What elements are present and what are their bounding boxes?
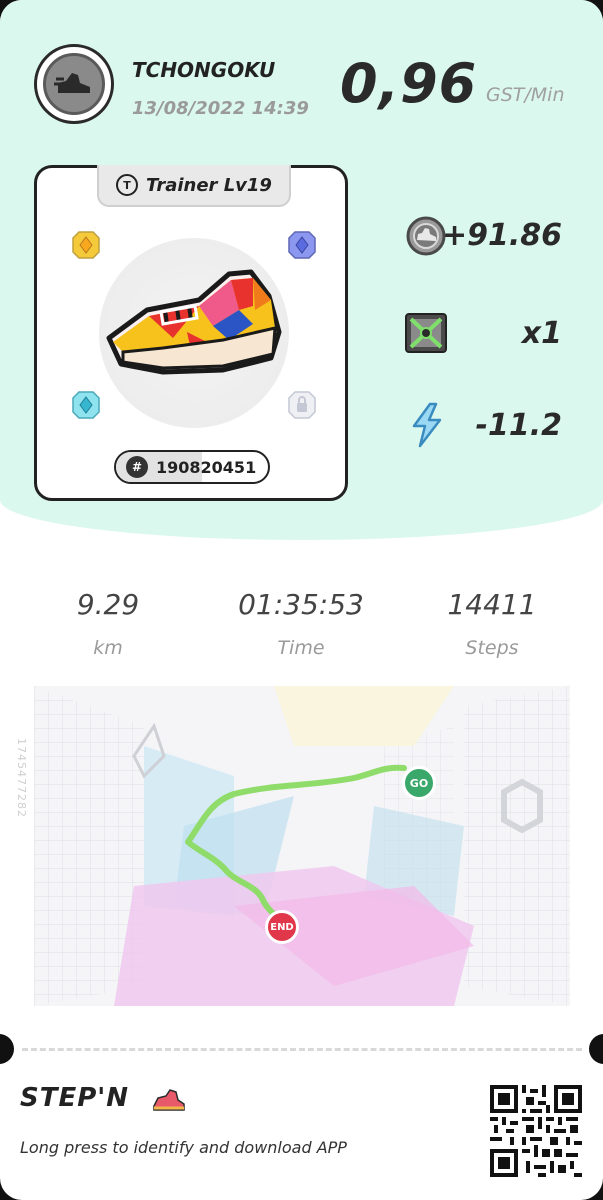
duration-metric: 01:35:53 Time: [221, 588, 381, 659]
sneaker-card[interactable]: T Trainer Lv19 # 190820451: [34, 165, 348, 501]
dashed-divider: [22, 1048, 582, 1051]
duration-label: Time: [277, 637, 325, 659]
sneaker-level-tab: T Trainer Lv19: [97, 165, 291, 207]
avatar[interactable]: [34, 44, 114, 124]
qr-code-icon[interactable]: [490, 1085, 582, 1177]
logo-sneaker-icon: [153, 1089, 185, 1111]
locked-gem-icon: [288, 391, 316, 419]
route-end-marker: END: [265, 910, 299, 944]
run-datetime: 13/08/2022 14:39: [132, 98, 309, 119]
mystery-box-count: x1: [521, 316, 562, 351]
distance-value: 9.29: [76, 588, 140, 621]
sneaker-image: [106, 269, 282, 375]
ticket-notch-left: [0, 1034, 14, 1064]
steps-label: Steps: [465, 637, 519, 659]
gst-rate-unit: GST/Min: [486, 84, 565, 106]
sneaker-id: 190820451: [156, 457, 257, 477]
download-tagline: Long press to identify and download APP: [20, 1138, 347, 1157]
trainer-type-icon: T: [116, 174, 139, 196]
distance-label: km: [93, 637, 123, 659]
energy-spent-value: -11.2: [475, 408, 562, 443]
steps-metric: 14411 Steps: [412, 588, 572, 659]
steps-value: 14411: [447, 588, 537, 621]
gst-earned-value: +91.86: [441, 218, 562, 253]
sneaker-id-badge: # 190820451: [114, 450, 270, 484]
route-start-marker: GO: [402, 766, 436, 800]
cyan-gem-icon: [72, 391, 100, 419]
distance-metric: 9.29 km: [28, 588, 188, 659]
duration-value: 01:35:53: [238, 588, 364, 621]
sneaker-level-label: Trainer Lv19: [146, 174, 272, 196]
route-map[interactable]: GO END: [34, 686, 570, 1006]
watermark-id: 1745477282: [15, 738, 28, 818]
route-map-artwork: [34, 686, 570, 1006]
blue-gem-icon: [288, 231, 316, 259]
hash-icon: #: [126, 456, 148, 478]
share-card: TCHONGOKU 13/08/2022 14:39 0,96 GST/Min …: [0, 0, 603, 1200]
yellow-gem-icon: [72, 231, 100, 259]
sneaker-icon: [43, 53, 105, 115]
ticket-notch-right: [589, 1034, 603, 1064]
stepn-logo: STEP'N: [20, 1083, 129, 1113]
username: TCHONGOKU: [132, 58, 276, 82]
gst-rate-value: 0,96: [340, 52, 478, 115]
